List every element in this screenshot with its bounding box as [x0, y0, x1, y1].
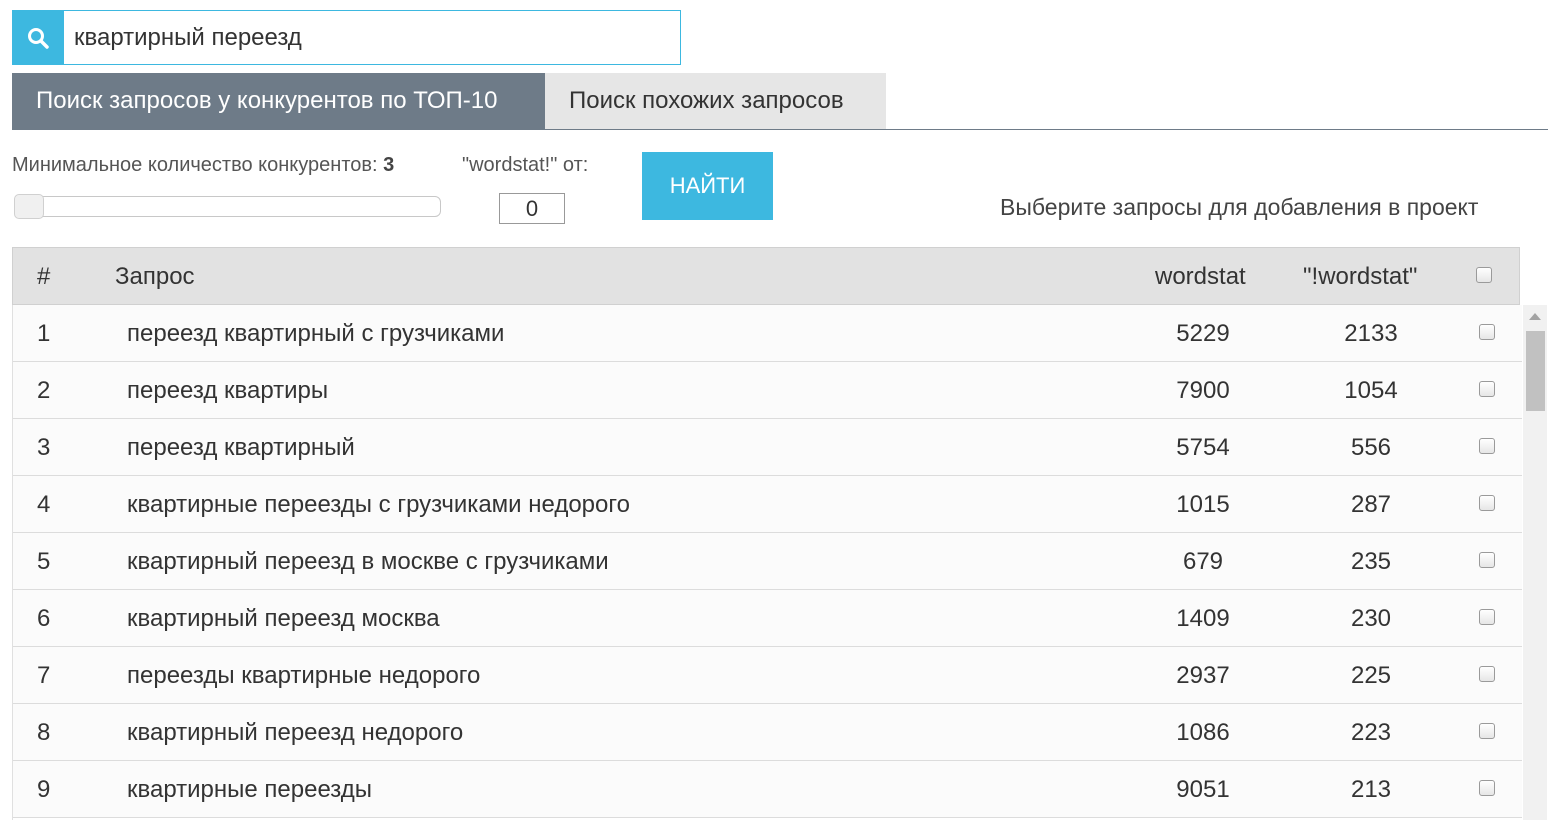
table-row: 8 квартирный переезд недорого 1086 223	[13, 704, 1522, 761]
row-query: квартирный переезд недорого	[127, 719, 464, 746]
row-exact-wordstat: 213	[1350, 776, 1392, 803]
scrollbar-thumb[interactable]	[1526, 331, 1545, 411]
scroll-up-arrow-icon[interactable]	[1529, 313, 1541, 320]
row-number: 7	[37, 662, 51, 689]
row-checkbox[interactable]	[1479, 495, 1495, 511]
table-row: 2 переезд квартиры 7900 1054	[13, 362, 1522, 419]
search-button[interactable]	[12, 10, 64, 65]
row-exact-wordstat: 1054	[1344, 377, 1398, 404]
table-row: 6 квартирный переезд москва 1409 230	[13, 590, 1522, 647]
search-bar	[12, 10, 681, 65]
row-number: 6	[37, 605, 51, 632]
row-wordstat: 5229	[1176, 320, 1230, 347]
table-row: 4 квартирные переезды с грузчиками недор…	[13, 476, 1522, 533]
row-wordstat: 1015	[1176, 491, 1230, 518]
table-row: 3 переезд квартирный 5754 556	[13, 419, 1522, 476]
row-wordstat: 1086	[1176, 719, 1230, 746]
row-wordstat: 7900	[1176, 377, 1230, 404]
row-checkbox[interactable]	[1479, 438, 1495, 454]
row-number: 8	[37, 719, 51, 746]
row-wordstat: 5754	[1176, 434, 1230, 461]
min-competitors-slider[interactable]	[14, 194, 441, 219]
table-row: 1 переезд квартирный с грузчиками 5229 2…	[13, 305, 1522, 362]
row-checkbox[interactable]	[1479, 381, 1495, 397]
row-checkbox[interactable]	[1479, 723, 1495, 739]
row-query: квартирный переезд в москве с грузчиками	[127, 548, 609, 575]
wordstat-from-input[interactable]	[499, 193, 565, 224]
row-wordstat: 679	[1182, 548, 1224, 575]
slider-handle[interactable]	[14, 194, 44, 219]
tab-competitor-queries[interactable]: Поиск запросов у конкурентов по ТОП-10	[12, 73, 545, 129]
tab-bar: Поиск запросов у конкурентов по ТОП-10 П…	[12, 73, 1548, 130]
row-number: 3	[37, 434, 51, 461]
row-number: 2	[37, 377, 51, 404]
row-query: квартирные переезды	[127, 776, 373, 803]
min-competitors-text: Минимальное количество конкурентов:	[12, 154, 378, 176]
table-body: 1 переезд квартирный с грузчиками 5229 2…	[12, 305, 1522, 820]
row-checkbox[interactable]	[1479, 780, 1495, 796]
row-query: квартирный переезд москва	[127, 605, 440, 632]
select-all-checkbox[interactable]	[1476, 267, 1492, 283]
wordstat-from-label: "wordstat!" от:	[462, 154, 589, 176]
select-hint: Выберите запросы для добавления в проект	[1000, 194, 1479, 220]
row-number: 1	[37, 320, 51, 347]
tab-similar-queries[interactable]: Поиск похожих запросов	[545, 73, 886, 129]
row-exact-wordstat: 230	[1350, 605, 1392, 632]
row-exact-wordstat: 556	[1350, 434, 1392, 461]
column-query: Запрос	[115, 263, 195, 290]
table-row: 7 переезды квартирные недорого 2937 225	[13, 647, 1522, 704]
table-row: 9 квартирные переезды 9051 213	[13, 761, 1522, 818]
table-row: 5 квартирный переезд в москве с грузчика…	[13, 533, 1522, 590]
row-exact-wordstat: 225	[1350, 662, 1392, 689]
row-wordstat: 2937	[1176, 662, 1230, 689]
row-query: переезды квартирные недорого	[127, 662, 481, 689]
row-query: квартирные переезды с грузчиками недорог…	[127, 491, 630, 518]
table-header: # Запрос wordstat "!wordstat"	[12, 247, 1520, 305]
row-exact-wordstat: 287	[1350, 491, 1392, 518]
search-input[interactable]	[64, 10, 681, 65]
row-number: 5	[37, 548, 51, 575]
row-checkbox[interactable]	[1479, 666, 1495, 682]
row-checkbox[interactable]	[1479, 609, 1495, 625]
row-query: переезд квартирный с грузчиками	[127, 320, 505, 347]
find-button[interactable]: НАЙТИ	[642, 152, 773, 220]
row-exact-wordstat: 2133	[1344, 320, 1398, 347]
min-competitors-label: Минимальное количество конкурентов: 3	[12, 154, 394, 177]
row-wordstat: 1409	[1176, 605, 1230, 632]
search-icon	[28, 27, 49, 49]
column-number: #	[37, 263, 51, 290]
row-exact-wordstat: 223	[1350, 719, 1392, 746]
row-number: 4	[37, 491, 51, 518]
row-query: переезд квартирный	[127, 434, 355, 461]
min-competitors-value: 3	[383, 154, 395, 176]
table-scrollbar[interactable]	[1523, 305, 1547, 820]
row-checkbox[interactable]	[1479, 552, 1495, 568]
row-query: переезд квартиры	[127, 377, 329, 404]
row-checkbox[interactable]	[1479, 324, 1495, 340]
row-exact-wordstat: 235	[1350, 548, 1392, 575]
row-wordstat: 9051	[1176, 776, 1230, 803]
column-exact-wordstat[interactable]: "!wordstat"	[1303, 248, 1417, 306]
column-wordstat[interactable]: wordstat	[1155, 248, 1246, 306]
row-number: 9	[37, 776, 51, 803]
